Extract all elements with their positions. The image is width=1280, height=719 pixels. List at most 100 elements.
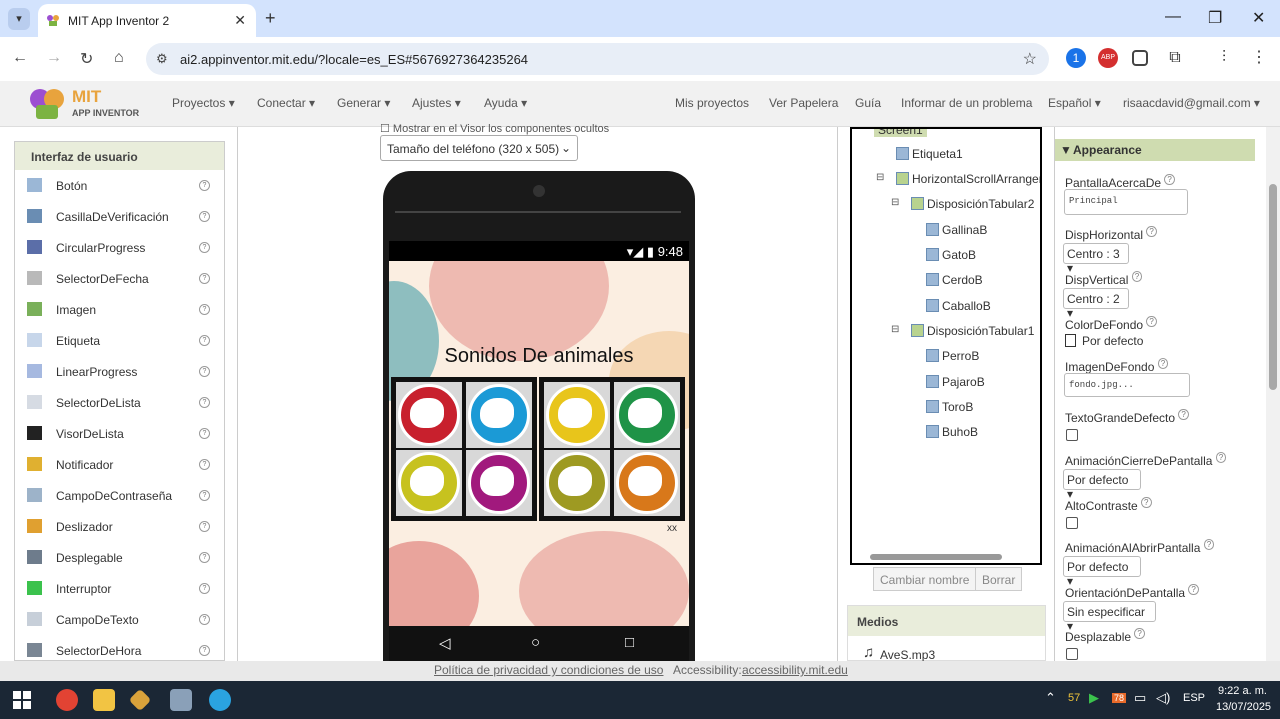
help-icon[interactable]: ? [1146,226,1157,237]
language-menu[interactable]: Español ▾ [1048,96,1101,110]
tree-horizontalscroll[interactable]: ⊟ HorizontalScrollArrangem [876,172,1040,186]
menu-proyectos[interactable]: Proyectos ▾ [172,96,235,110]
palette-item-circular-progress[interactable]: CircularProgress? [15,232,224,263]
disposicion-tabular2[interactable] [391,377,537,521]
windows-start-icon[interactable] [13,691,31,709]
help-icon[interactable]: ? [199,428,210,439]
maximize-icon[interactable]: ❐ [1208,8,1222,28]
cerdo-button[interactable] [396,450,462,516]
help-icon[interactable]: ? [199,366,210,377]
palette-item-notifier[interactable]: Notificador? [15,449,224,480]
tree-caballob[interactable]: CaballoB [926,299,991,313]
palette-item-slider[interactable]: Deslizador? [15,511,224,542]
tree-pajarob[interactable]: PajaroB [926,375,985,389]
rename-button[interactable]: Cambiar nombre [873,567,977,591]
tree-screen1[interactable]: Screen1 [874,129,927,137]
puzzle-extensions-icon[interactable]: ⧉ [1165,48,1185,68]
help-icon[interactable]: ? [199,552,210,563]
file-explorer-icon[interactable] [93,689,115,711]
caballo-button[interactable] [466,450,532,516]
reload-icon[interactable]: ↻ [80,49,93,69]
property-color-picker[interactable]: Por defecto [1065,334,1143,348]
page-scrollbar[interactable] [1266,127,1280,661]
link-mis-proyectos[interactable]: Mis proyectos [675,96,749,110]
sliders-icon[interactable]: ⫶ [1214,48,1234,68]
tab-search-button[interactable]: ▾ [8,8,30,30]
tree-disposiciontabular2[interactable]: ⊟ DisposiciónTabular2 [891,197,1034,211]
tree-buhob[interactable]: BuhoB [926,425,978,439]
network-icon[interactable]: ▭ [1134,690,1146,706]
home-icon[interactable]: ⌂ [114,49,124,67]
minimize-icon[interactable]: — [1165,8,1181,26]
help-icon[interactable]: ? [199,490,210,501]
toro-button[interactable] [544,450,610,516]
palette-item-list-picker[interactable]: SelectorDeLista? [15,387,224,418]
media-file-item[interactable]: ♫ AveS.mp3 [863,644,935,662]
menu-conectar[interactable]: Conectar ▾ [257,96,315,110]
help-icon[interactable]: ? [199,304,210,315]
delete-button[interactable]: Borrar [975,567,1023,591]
property-checkbox[interactable] [1066,648,1078,660]
clock-time[interactable]: 9:22 a. m. [1218,685,1267,697]
collapse-toggle-icon[interactable]: ⊟ [891,324,899,335]
palette-item-image[interactable]: Imagen? [15,294,224,325]
palette-item-password-field[interactable]: CampoDeContraseña? [15,480,224,511]
link-informar-problema[interactable]: Informar de un problema [901,96,1032,110]
palette-item-checkbox[interactable]: CasillaDeVerificación? [15,201,224,232]
back-icon[interactable]: ← [12,49,28,67]
app-inventor-logo[interactable]: MIT APP INVENTOR [28,85,148,123]
adblock-icon[interactable]: ABP [1098,48,1118,68]
tree-gatob[interactable]: GatoB [926,248,976,262]
tree-gallinab[interactable]: GallinaB [926,223,987,237]
new-tab-icon[interactable]: + [265,8,276,29]
browser-tab[interactable]: MIT App Inventor 2 ✕ [38,4,256,37]
scrollbar-thumb[interactable] [870,554,1002,560]
clock-date[interactable]: 13/07/2025 [1216,701,1271,713]
perro-button[interactable] [544,382,610,448]
link-guia[interactable]: Guía [855,96,881,110]
pajaro-button[interactable] [614,382,680,448]
help-icon[interactable]: ? [1141,497,1152,508]
shield-extension-icon[interactable] [1132,50,1148,66]
help-icon[interactable]: ? [199,335,210,346]
window-close-icon[interactable]: ✕ [1252,8,1265,28]
appearance-section-header[interactable]: ▼ Appearance [1055,139,1255,161]
property-text-input[interactable]: fondo.jpg... [1064,373,1190,397]
tray-chevron-icon[interactable]: ⌃ [1045,690,1056,706]
palette-item-list-view[interactable]: VisorDeLista? [15,418,224,449]
palette-item-switch[interactable]: Interruptor? [15,573,224,604]
app-taskbar-icon[interactable] [170,689,192,711]
property-text-input[interactable]: Principal [1064,189,1188,215]
gallina-button[interactable] [396,382,462,448]
volume-icon[interactable]: ◁) [1156,690,1170,706]
pencil-app-icon[interactable] [128,688,152,712]
play-tray-icon[interactable]: ▶ [1089,690,1099,706]
app-title-label[interactable]: Sonidos De animales [389,345,689,368]
extension-badge-icon[interactable]: 1 [1066,48,1086,68]
telegram-icon[interactable] [209,689,231,711]
tree-cerdob[interactable]: CerdoB [926,273,983,287]
help-icon[interactable]: ? [199,583,210,594]
help-icon[interactable]: ? [1146,316,1157,327]
collapse-toggle-icon[interactable]: ⊟ [876,172,884,183]
palette-item-textbox[interactable]: CampoDeTexto? [15,604,224,635]
input-language[interactable]: ESP [1183,692,1205,704]
menu-ayuda[interactable]: Ayuda ▾ [484,96,527,110]
help-icon[interactable]: ? [199,180,210,191]
palette-category-header[interactable]: Interfaz de usuario [15,142,224,170]
property-dropdown[interactable]: Centro : 3 ▾ [1063,243,1129,275]
help-icon[interactable]: ? [1131,271,1143,282]
help-icon[interactable]: ? [1188,584,1199,595]
help-icon[interactable]: ? [199,614,210,625]
tab-close-icon[interactable]: ✕ [234,12,246,29]
property-dropdown[interactable]: Sin especificar ▾ [1063,601,1156,633]
tree-horizontal-scrollbar[interactable] [868,553,1034,561]
disposicion-tabular1[interactable] [539,377,685,521]
user-menu[interactable]: risaacdavid@gmail.com ▾ [1123,96,1260,110]
accessibility-link[interactable]: accessibility.mit.edu [742,663,848,677]
tree-disposiciontabular1[interactable]: ⊟ DisposiciónTabular1 [891,324,1034,338]
tray-temp[interactable]: 57 [1068,692,1080,704]
property-dropdown[interactable]: Centro : 2 ▾ [1063,288,1129,320]
help-icon[interactable]: ? [199,211,210,222]
palette-item-date-picker[interactable]: SelectorDeFecha? [15,263,224,294]
